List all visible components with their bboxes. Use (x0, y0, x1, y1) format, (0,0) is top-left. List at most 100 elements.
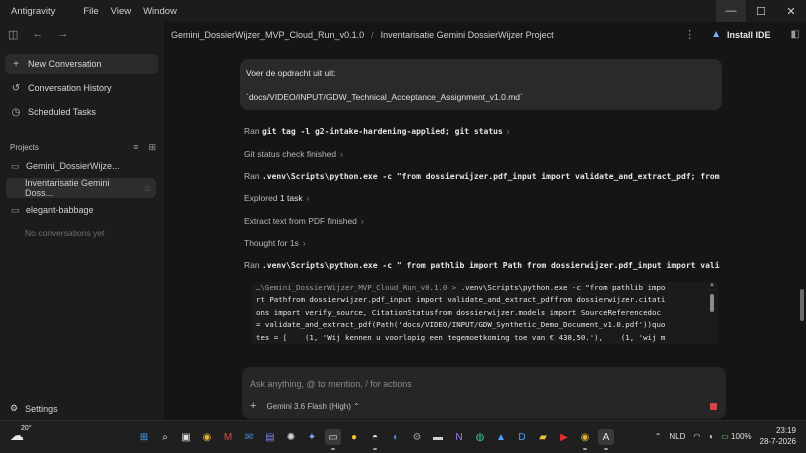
folder-icon: ▭ (11, 204, 20, 215)
model-label: Gemini 3.6 Flash (High) (266, 401, 351, 411)
step-code: .venv\Scripts\python.exe -c "from dossie… (261, 172, 720, 181)
gmail-icon[interactable]: M (220, 429, 236, 445)
gemini-icon[interactable]: ✦ (304, 429, 320, 445)
project-item-elegant-babbage[interactable]: ▭ elegant-babbage (6, 200, 156, 220)
user-message: Voer de opdracht uit uit: `docs/VIDEO/IN… (240, 59, 722, 110)
menu-antigravity[interactable]: Antigravity (0, 6, 61, 17)
install-ide-button[interactable]: ▲ Install IDE (705, 26, 776, 43)
step-extract-pdf[interactable]: Extract text from PDF finished › (244, 216, 720, 226)
scheduled-tasks-label: Scheduled Tasks (28, 107, 96, 117)
teams-icon[interactable]: ▤ (262, 429, 278, 445)
more-options-icon[interactable]: ⋮ (684, 28, 695, 41)
step-explored[interactable]: Explored 1 task › (244, 193, 720, 203)
keep-icon[interactable]: ● (346, 429, 362, 445)
breadcrumb-project[interactable]: Gemini_DossierWijzer_MVP_Cloud_Run_v0.1.… (171, 30, 364, 40)
step-prefix: Thought for 1s (244, 238, 299, 248)
menu-window[interactable]: Window (137, 6, 183, 17)
step-prefix: Ran (244, 260, 262, 270)
projects-title: Projects (10, 142, 39, 152)
breadcrumb: Gemini_DossierWijzer_MVP_Cloud_Run_v0.1.… (171, 22, 554, 48)
terminal-scrollbar[interactable]: ▲ (709, 282, 715, 342)
date: 28-7-2026 (759, 437, 796, 446)
user-message-line2: `docs/VIDEO/INPUT/GDW_Technical_Acceptan… (246, 92, 523, 102)
new-conversation-label: New Conversation (28, 59, 102, 69)
filter-icon[interactable]: ≡ (133, 142, 138, 153)
chrome-icon[interactable]: ◉ (199, 429, 215, 445)
explorer-icon[interactable]: ▰ (535, 429, 551, 445)
photos-icon[interactable]: ◐ (388, 429, 404, 445)
conversation-label: Inventarisatie Gemini Doss... (25, 178, 110, 198)
projects-header: Projects ≡ ⊞ (10, 140, 156, 154)
step-ran-python-2[interactable]: Ran .venv\Scripts\python.exe -c " from p… (244, 260, 720, 271)
clock[interactable]: 23:19 28-7-2026 (760, 425, 796, 447)
clock-icon: ◷ (11, 106, 21, 118)
toggle-panel-icon[interactable]: ◧ (791, 29, 800, 40)
task-view-icon[interactable]: ▣ (178, 429, 194, 445)
youtube-icon[interactable]: ▶ (556, 429, 572, 445)
chat-input[interactable]: Ask anything, @ to mention, / for action… (250, 379, 412, 389)
toggle-sidebar-icon[interactable]: ◫ (8, 28, 18, 41)
volume-icon[interactable]: ◖ (708, 432, 713, 441)
close-button[interactable]: ✕ (776, 0, 806, 22)
project-item-gemini[interactable]: ▭ Gemini_DossierWijze... (6, 156, 156, 176)
chevron-up-icon: ⌃ (353, 401, 360, 411)
outlook-icon[interactable]: ✉ (241, 429, 257, 445)
visual-studio-icon[interactable]: N (451, 429, 467, 445)
terminal-scroll-thumb[interactable] (710, 294, 714, 312)
conversation-item-inventarisatie[interactable]: Inventarisatie Gemini Doss... ◌ (6, 178, 156, 198)
stop-button[interactable] (706, 399, 720, 413)
new-conversation-button[interactable]: + New Conversation (5, 54, 158, 74)
terminal-line: tes = [ (1, 'Wij kennen u voorlopig een … (256, 332, 666, 342)
settings-icon[interactable]: ⚙ (409, 429, 425, 445)
terminal-icon[interactable]: ▭ (325, 429, 341, 450)
main-scroll-thumb[interactable] (800, 289, 804, 321)
github-icon[interactable]: ◓ (367, 429, 383, 450)
search-icon[interactable]: ⌕ (157, 429, 173, 445)
chevron-right-icon: › (340, 149, 343, 159)
forward-arrow-icon[interactable]: → (57, 28, 68, 40)
main-scrollbar[interactable] (798, 45, 806, 350)
new-folder-icon[interactable]: ⊞ (148, 142, 156, 153)
maximize-button[interactable]: ☐ (746, 0, 776, 22)
step-git-status[interactable]: Git status check finished › (244, 149, 720, 159)
windows-start-icon[interactable]: ⊞ (136, 429, 152, 445)
step-thought[interactable]: Thought for 1s › (244, 238, 720, 248)
settings-label: Settings (25, 403, 58, 414)
photos-app-icon[interactable]: ▲ (493, 429, 509, 445)
language-indicator[interactable]: NLD (669, 432, 685, 441)
chevron-up-icon[interactable]: ⌃ (655, 432, 662, 441)
back-arrow-icon[interactable]: ← (32, 28, 43, 40)
menu-file[interactable]: File (77, 6, 104, 17)
temperature: 20° (21, 425, 32, 432)
step-ran-python-1[interactable]: Ran .venv\Scripts\python.exe -c "from do… (244, 171, 720, 181)
time: 23:19 (775, 426, 796, 435)
chevron-right-icon: › (302, 238, 306, 248)
scheduled-tasks-button[interactable]: ◷ Scheduled Tasks (5, 102, 158, 122)
chatgpt-icon[interactable]: ✺ (283, 429, 299, 445)
edge-icon[interactable]: ◍ (472, 429, 488, 445)
dictionary-icon[interactable]: D (514, 429, 530, 445)
antigravity-icon[interactable]: A (598, 429, 614, 450)
step-ran-git-tag[interactable]: Ran git tag -l g2-intake-hardening-appli… (244, 126, 720, 136)
terminal-prompt: …\Gemini_DossierWijzer_MVP_Cloud_Run_v0.… (256, 283, 461, 292)
project-label: Gemini_DossierWijze... (26, 161, 120, 171)
model-selector[interactable]: Gemini 3.6 Flash (High) ⌃ (266, 402, 359, 411)
wifi-icon[interactable]: ◠ (693, 432, 700, 441)
settings-button[interactable]: ⚙ Settings (10, 403, 58, 414)
scroll-up-icon[interactable]: ▲ (709, 282, 715, 288)
chrome-canary-icon[interactable]: ◉ (577, 429, 593, 450)
chat-input-box[interactable]: Ask anything, @ to mention, / for action… (242, 367, 726, 419)
no-conversations-text: No conversations yet (25, 228, 105, 238)
breadcrumb-conversation[interactable]: Inventarisatie Gemini DossierWijzer Proj… (381, 30, 554, 40)
terminal-output[interactable]: …\Gemini_DossierWijzer_MVP_Cloud_Run_v0.… (252, 282, 718, 344)
battery-icon: ▭ (721, 431, 729, 441)
conversation-history-button[interactable]: ↺ Conversation History (5, 78, 158, 98)
add-context-icon[interactable]: + (250, 400, 256, 412)
battery-indicator[interactable]: ▭ 100% (721, 432, 751, 441)
menu-view[interactable]: View (105, 6, 137, 17)
cmd-icon[interactable]: ▬ (430, 429, 446, 445)
sidebar: ◫ ← → + New Conversation ↺ Conversation … (0, 22, 164, 420)
step-prefix: Git status check finished (244, 149, 337, 159)
weather-widget[interactable]: ☁ 20° (10, 425, 32, 444)
minimize-button[interactable]: — (716, 0, 746, 22)
